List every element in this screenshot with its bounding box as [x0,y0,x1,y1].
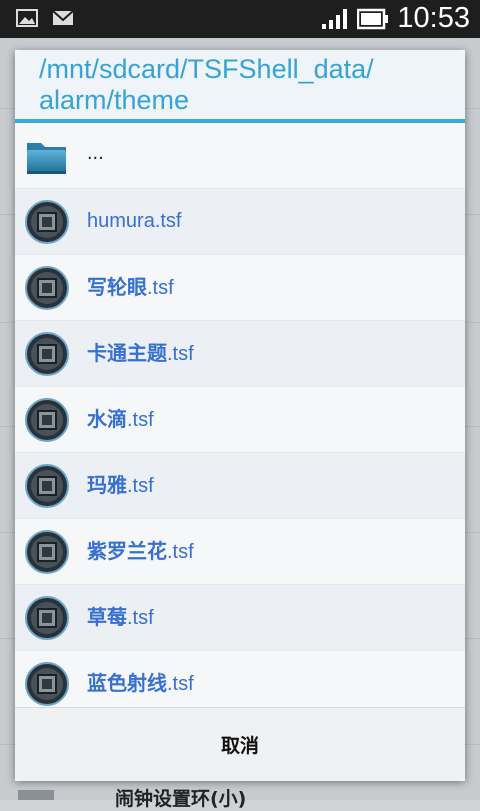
theme-file-icon [25,596,69,640]
parent-directory-item[interactable]: ... [15,123,465,189]
file-name: 草莓.tsf [87,605,154,629]
signal-icon [322,8,348,29]
background-item-label: 闹钟设置环(小) [115,788,247,810]
clock: 10:53 [397,2,470,34]
dialog-footer: 取消 [15,707,465,781]
battery-icon [357,8,389,29]
file-item[interactable]: 卡通主题.tsf [15,321,465,387]
image-icon [16,9,38,27]
parent-directory-label: ... [87,142,104,164]
theme-file-icon [25,200,69,244]
file-name: 写轮眼.tsf [87,275,174,299]
theme-file-icon [25,398,69,442]
file-name: 玛雅.tsf [87,473,154,497]
file-item[interactable]: 玛雅.tsf [15,453,465,519]
file-name: 水滴.tsf [87,407,154,431]
folder-icon [27,143,66,174]
theme-file-icon [25,332,69,376]
theme-file-icon [25,464,69,508]
mail-icon [52,10,74,25]
file-list: ... humura.tsf 写轮眼.tsf 卡通主题.tsf 水滴.tsf 玛… [15,123,465,717]
file-item[interactable]: 紫罗兰花.tsf [15,519,465,585]
status-bar: 10:53 [0,0,480,38]
current-path: /mnt/sdcard/TSFShell_data/ alarm/theme [39,54,374,115]
dialog-title-bar: /mnt/sdcard/TSFShell_data/ alarm/theme [15,50,465,123]
theme-file-icon [25,662,69,706]
file-item[interactable]: 水滴.tsf [15,387,465,453]
background-item-icon [18,790,54,800]
cancel-button[interactable]: 取消 [15,708,465,781]
file-item[interactable]: 写轮眼.tsf [15,255,465,321]
file-item[interactable]: 草莓.tsf [15,585,465,651]
theme-file-icon [25,266,69,310]
file-name: humura.tsf [87,210,182,232]
file-name: 卡通主题.tsf [87,341,194,365]
file-name: 紫罗兰花.tsf [87,539,194,563]
file-item[interactable]: humura.tsf [15,189,465,255]
theme-file-icon [25,530,69,574]
file-chooser-dialog: /mnt/sdcard/TSFShell_data/ alarm/theme .… [15,50,465,781]
